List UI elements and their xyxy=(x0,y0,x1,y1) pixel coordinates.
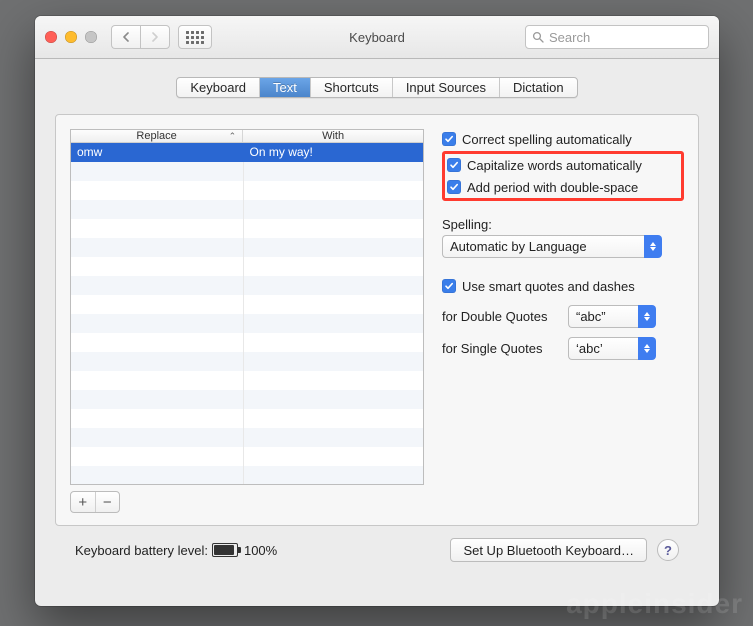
tab-keyboard[interactable]: Keyboard xyxy=(177,78,260,97)
back-button[interactable] xyxy=(111,25,140,49)
footer: Keyboard battery level: 100% Set Up Blue… xyxy=(55,526,699,562)
spelling-label: Spelling: xyxy=(442,217,684,232)
table-row-empty[interactable] xyxy=(71,390,423,409)
nav-buttons xyxy=(111,25,170,49)
table-row-empty[interactable] xyxy=(71,238,423,257)
search-icon xyxy=(532,31,544,43)
table-row-empty[interactable] xyxy=(71,371,423,390)
add-remove-buttons: + − xyxy=(70,491,120,513)
single-quotes-select[interactable]: ‘abc’ xyxy=(568,337,656,360)
highlighted-options: Capitalize words automatically Add perio… xyxy=(442,151,684,201)
double-space-period-label: Add period with double-space xyxy=(467,180,638,195)
col-with-label: With xyxy=(322,130,344,142)
window-controls xyxy=(45,31,97,43)
tab-bar: Keyboard Text Shortcuts Input Sources Di… xyxy=(55,77,699,98)
correct-spelling-label: Correct spelling automatically xyxy=(462,132,632,147)
tab-segment: Keyboard Text Shortcuts Input Sources Di… xyxy=(176,77,577,98)
titlebar: Keyboard Search xyxy=(35,16,719,59)
col-replace[interactable]: Replace ⌃ xyxy=(71,130,243,142)
table-row-empty[interactable] xyxy=(71,276,423,295)
battery-percent: 100% xyxy=(244,543,277,558)
search-input[interactable]: Search xyxy=(525,25,709,49)
zoom-icon xyxy=(85,31,97,43)
tab-text[interactable]: Text xyxy=(260,78,311,97)
minimize-icon[interactable] xyxy=(65,31,77,43)
replacements-section: Replace ⌃ With omwOn my way! + − xyxy=(70,129,424,513)
sort-indicator-icon: ⌃ xyxy=(229,131,237,142)
table-row-empty[interactable] xyxy=(71,352,423,371)
single-quotes-label: for Single Quotes xyxy=(442,341,560,356)
options-section: Correct spelling automatically Capitaliz… xyxy=(442,129,684,513)
spelling-select[interactable]: Automatic by Language xyxy=(442,235,662,258)
preferences-window: Keyboard Search Keyboard Text Shortcuts … xyxy=(35,16,719,606)
cell-with: On my way! xyxy=(244,143,423,162)
tab-shortcuts[interactable]: Shortcuts xyxy=(311,78,393,97)
help-button[interactable]: ? xyxy=(657,539,679,561)
battery-icon xyxy=(212,543,238,557)
single-quotes-value: ‘abc’ xyxy=(568,337,638,360)
capitalize-checkbox[interactable]: Capitalize words automatically xyxy=(447,155,679,175)
smart-quotes-checkbox[interactable]: Use smart quotes and dashes xyxy=(442,276,684,296)
battery-label: Keyboard battery level: xyxy=(75,543,208,558)
table-row[interactable]: omwOn my way! xyxy=(71,143,423,162)
checkbox-checked-icon xyxy=(442,132,456,146)
grid-icon xyxy=(186,31,204,44)
table-row-empty[interactable] xyxy=(71,314,423,333)
double-quotes-row: for Double Quotes “abc” xyxy=(442,305,684,328)
show-all-button[interactable] xyxy=(178,25,212,49)
table-row-empty[interactable] xyxy=(71,257,423,276)
tab-input-sources[interactable]: Input Sources xyxy=(393,78,500,97)
table-row-empty[interactable] xyxy=(71,181,423,200)
remove-button[interactable]: − xyxy=(96,492,120,512)
col-replace-label: Replace xyxy=(136,130,176,142)
text-pane: Replace ⌃ With omwOn my way! + − xyxy=(55,114,699,526)
search-placeholder: Search xyxy=(549,30,590,45)
select-arrows-icon xyxy=(638,305,656,328)
table-header: Replace ⌃ With xyxy=(71,130,423,143)
select-arrows-icon xyxy=(638,337,656,360)
double-quotes-value: “abc” xyxy=(568,305,638,328)
select-arrows-icon xyxy=(644,235,662,258)
chevron-left-icon xyxy=(122,32,130,42)
forward-button[interactable] xyxy=(140,25,170,49)
table-row-empty[interactable] xyxy=(71,295,423,314)
checkbox-checked-icon xyxy=(447,158,461,172)
capitalize-label: Capitalize words automatically xyxy=(467,158,642,173)
bluetooth-keyboard-button[interactable]: Set Up Bluetooth Keyboard… xyxy=(450,538,647,562)
tab-dictation[interactable]: Dictation xyxy=(500,78,577,97)
table-row-empty[interactable] xyxy=(71,333,423,352)
table-row-empty[interactable] xyxy=(71,447,423,466)
table-row-empty[interactable] xyxy=(71,219,423,238)
smart-quotes-label: Use smart quotes and dashes xyxy=(462,279,635,294)
cell-replace: omw xyxy=(71,143,244,162)
replacements-table[interactable]: Replace ⌃ With omwOn my way! xyxy=(70,129,424,485)
checkbox-checked-icon xyxy=(442,279,456,293)
table-row-empty[interactable] xyxy=(71,162,423,181)
table-row-empty[interactable] xyxy=(71,428,423,447)
close-icon[interactable] xyxy=(45,31,57,43)
table-row-empty[interactable] xyxy=(71,200,423,219)
double-quotes-label: for Double Quotes xyxy=(442,309,560,324)
table-row-empty[interactable] xyxy=(71,466,423,485)
table-body: omwOn my way! xyxy=(71,143,423,485)
double-quotes-select[interactable]: “abc” xyxy=(568,305,656,328)
col-with[interactable]: With xyxy=(243,130,423,142)
double-space-period-checkbox[interactable]: Add period with double-space xyxy=(447,177,679,197)
single-quotes-row: for Single Quotes ‘abc’ xyxy=(442,337,684,360)
chevron-right-icon xyxy=(151,32,159,42)
checkbox-checked-icon xyxy=(447,180,461,194)
correct-spelling-checkbox[interactable]: Correct spelling automatically xyxy=(442,129,684,149)
add-button[interactable]: + xyxy=(71,492,96,512)
spelling-value: Automatic by Language xyxy=(442,235,644,258)
table-row-empty[interactable] xyxy=(71,409,423,428)
content: Keyboard Text Shortcuts Input Sources Di… xyxy=(35,59,719,574)
